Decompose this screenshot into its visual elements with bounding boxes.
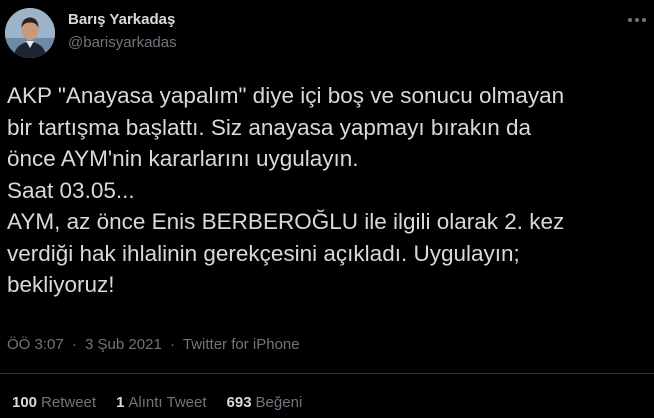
retweet-label: Retweet: [41, 394, 97, 411]
retweet-count: 100: [12, 394, 38, 411]
tweet-meta: ÖÖ 3:07 · 3 Şub 2021 · Twitter for iPhon…: [7, 336, 300, 353]
tweet-text: AKP "Anayasa yapalım" diye içi boş ve so…: [7, 83, 565, 297]
more-dot: [628, 18, 632, 22]
tweet-date[interactable]: 3 Şub 2021: [85, 336, 162, 353]
author-handle[interactable]: @barisyarkadas: [68, 34, 177, 51]
avatar[interactable]: [5, 8, 55, 58]
quote-count-link[interactable]: 1 Alıntı Tweet: [116, 394, 206, 411]
meta-separator: ·: [71, 336, 77, 353]
divider: [0, 373, 654, 374]
more-dot: [642, 18, 646, 22]
meta-separator: ·: [169, 336, 175, 353]
like-count-link[interactable]: 693 Beğeni: [227, 394, 303, 411]
like-count: 693: [226, 394, 252, 411]
tweet-time[interactable]: ÖÖ 3:07: [7, 336, 64, 353]
tweet-stats: 100 Retweet 1 Alıntı Tweet 693 Beğeni: [12, 394, 302, 411]
retweet-count-link[interactable]: 100 Retweet: [12, 394, 96, 411]
tweet-source[interactable]: Twitter for iPhone: [183, 336, 300, 353]
quote-label: Alıntı Tweet: [128, 394, 207, 411]
more-horizontal-icon[interactable]: [622, 10, 652, 30]
like-label: Beğeni: [255, 394, 303, 411]
author-display-name[interactable]: Barış Yarkadaş: [68, 11, 175, 28]
quote-count: 1: [116, 394, 125, 411]
more-dot: [635, 18, 639, 22]
avatar-image: [5, 8, 55, 58]
